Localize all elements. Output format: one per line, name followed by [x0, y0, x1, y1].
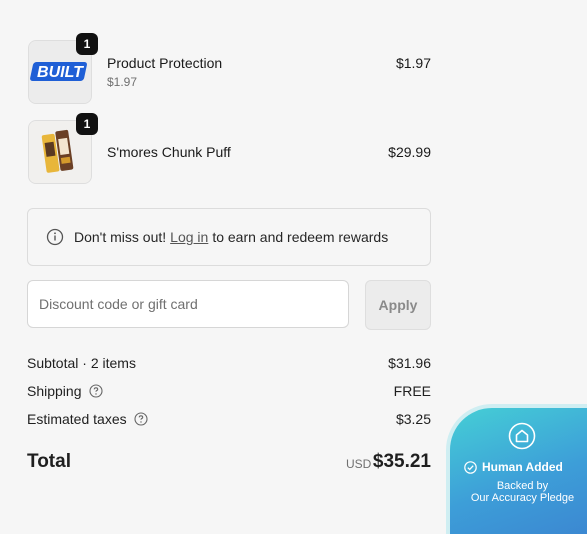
question-circle-icon[interactable]	[88, 384, 103, 398]
taxes-label-group: Estimated taxes	[27, 411, 148, 427]
line-item-product-protection: BUILT 1 Product Protection $1.97 $1.97	[28, 33, 431, 104]
rewards-prefix: Don't miss out!	[74, 229, 167, 245]
pledge-line2: Our Accuracy Pledge	[470, 492, 575, 504]
rewards-suffix: to earn and redeem rewards	[212, 229, 389, 245]
shipping-label: Shipping	[27, 383, 82, 399]
discount-code-input[interactable]	[27, 280, 349, 328]
item-name: Product Protection	[107, 55, 223, 71]
pledge-title-row: Human Added	[464, 460, 563, 474]
item-name: S'mores Chunk Puff	[107, 144, 231, 160]
shipping-label-group: Shipping	[27, 383, 103, 399]
shipping-row: Shipping FREE	[27, 383, 431, 403]
pledge-line1: Backed by	[496, 480, 549, 492]
check-circle-icon	[464, 460, 477, 474]
quantity-badge: 1	[76, 33, 98, 55]
taxes-label: Estimated taxes	[27, 411, 127, 427]
shipping-value: FREE	[393, 383, 431, 399]
subtotal-value: $31.96	[388, 355, 431, 371]
question-circle-icon[interactable]	[134, 412, 148, 426]
total-currency: USD	[346, 457, 372, 471]
pledge-title: Human Added	[482, 460, 563, 474]
item-price: $1.97	[395, 55, 431, 71]
subtotal-row: Subtotal · 2 items $31.96	[27, 355, 431, 375]
total-amount: $35.21	[372, 451, 431, 472]
taxes-row: Estimated taxes $3.25	[27, 411, 431, 431]
login-link[interactable]: Log in	[170, 229, 208, 245]
info-icon	[46, 228, 64, 246]
accuracy-pledge-badge[interactable]: Human Added Backed by Our Accuracy Pledg…	[446, 404, 587, 534]
rewards-banner: Don't miss out! Log in to earn and redee…	[27, 208, 431, 266]
subtotal-label: Subtotal · 2 items	[27, 355, 136, 371]
house-icon	[508, 422, 536, 450]
item-unit-price: $1.97	[107, 75, 138, 89]
line-item-smores-chunk-puff: 1 S'mores Chunk Puff $29.99	[28, 113, 431, 184]
built-logo-text: BUILT	[37, 64, 84, 81]
quantity-badge: 1	[76, 113, 98, 135]
apply-button[interactable]: Apply	[365, 280, 431, 330]
taxes-value: $3.25	[395, 411, 431, 427]
item-price: $29.99	[388, 144, 431, 160]
total-label: Total	[27, 451, 71, 472]
